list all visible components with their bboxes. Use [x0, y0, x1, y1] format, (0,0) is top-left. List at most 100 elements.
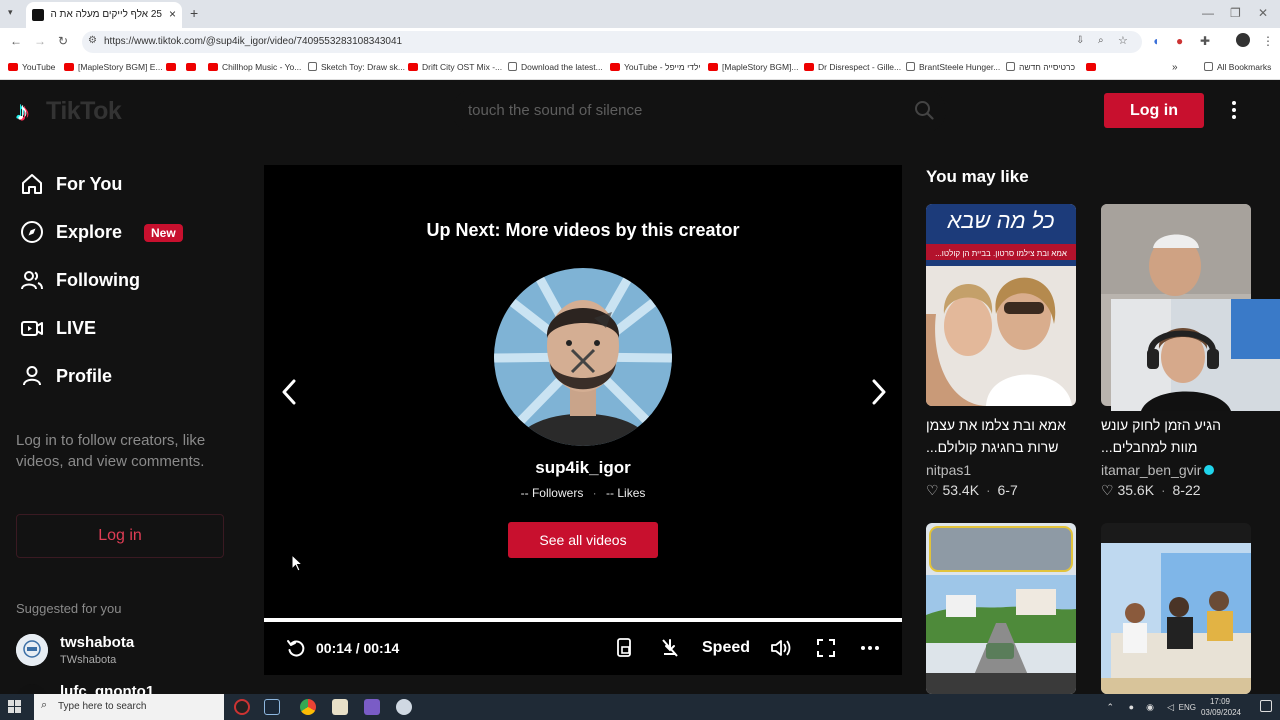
bookmark-star-icon[interactable]: ☆	[1118, 34, 1128, 47]
tab-list-icon[interactable]: ▾	[8, 7, 13, 18]
bookmark-item[interactable]: Dr Disrespect - Gille...	[804, 62, 901, 72]
mic-icon[interactable]: ●	[1129, 702, 1134, 712]
sidebar-item-label: Following	[56, 270, 140, 290]
next-arrow-icon[interactable]	[866, 377, 890, 407]
bookmarks-overflow-icon[interactable]: »	[1172, 62, 1178, 73]
site-info-icon[interactable]: ⚙	[88, 35, 97, 46]
video-author[interactable]: nitpas1	[926, 462, 971, 478]
close-window-icon[interactable]: ✕	[1258, 6, 1268, 20]
bookmark-item[interactable]: YouTube - ילדי מייפל	[610, 62, 701, 72]
time-display: 00:14 / 00:14	[316, 640, 400, 656]
webcam-overlay	[1111, 299, 1280, 411]
video-thumbnail[interactable]: כל מה שבא אמא ובת צילמו סרטון. בביית הן …	[926, 204, 1076, 406]
extension-icon[interactable]: ◖	[1152, 34, 1159, 48]
youtube-icon	[408, 63, 418, 71]
new-tab-icon[interactable]: +	[190, 5, 198, 21]
extension-red-icon[interactable]: ●	[1176, 34, 1183, 48]
all-bookmarks-button[interactable]: All Bookmarks	[1204, 62, 1271, 72]
video-player[interactable]: Up Next: More videos by this creator sup…	[264, 165, 902, 675]
bookmark-item[interactable]: [MapleStory BGM] E...	[64, 62, 163, 72]
progress-fill	[264, 618, 902, 622]
extensions-puzzle-icon[interactable]: ✚	[1200, 34, 1210, 48]
search-placeholder: touch the sound of silence	[468, 102, 643, 119]
sidebar-item-for-you[interactable]: For You	[16, 166, 236, 202]
maximize-icon[interactable]: ❐	[1230, 6, 1241, 20]
chrome-app-icon[interactable]	[300, 699, 316, 715]
more-menu-icon[interactable]	[1226, 98, 1242, 122]
install-icon[interactable]: ⇩	[1076, 35, 1084, 46]
progress-bar[interactable]	[264, 618, 902, 622]
bookmark-item[interactable]: Sketch Toy: Draw sk...	[308, 62, 405, 72]
network-icon[interactable]: ◉	[1146, 702, 1154, 713]
bookmark-item[interactable]: YouTube	[8, 62, 55, 72]
video-title[interactable]: אמא ובת צלמו את עצמן שרות בחגיגת קולולם.…	[926, 414, 1076, 458]
creator-avatar[interactable]	[494, 268, 672, 446]
thumbnail-caption: אמא ובת צילמו סרטון. בביית הן קולטו...	[935, 249, 1067, 258]
video-thumbnail[interactable]	[1101, 523, 1251, 694]
browser-tab[interactable]: 25 אלף לייקים מעלה את השרי ×	[26, 2, 182, 28]
replay-icon[interactable]	[286, 638, 306, 658]
taskbar-search-input[interactable]: ⌕ Type here to search	[34, 694, 224, 720]
obs-app-icon[interactable]	[234, 699, 250, 715]
minimize-icon[interactable]: —	[1202, 6, 1214, 20]
bookmark-item[interactable]: BrantSteele Hunger...	[906, 62, 1000, 72]
search-input[interactable]: touch the sound of silence	[452, 89, 946, 133]
bookmark-item[interactable]: [MapleStory BGM]...	[708, 62, 799, 72]
see-all-videos-button[interactable]: See all videos	[508, 522, 658, 558]
search-icon[interactable]	[914, 100, 934, 120]
previous-arrow-icon[interactable]	[278, 377, 302, 407]
language-indicator[interactable]: ENG	[1179, 703, 1196, 712]
steam-app-icon[interactable]	[264, 699, 280, 715]
windows-start-icon[interactable]	[8, 700, 22, 714]
sidebar-item-explore[interactable]: Explore New	[16, 214, 236, 250]
video-author[interactable]: itamar_ben_gvir	[1101, 462, 1215, 478]
chrome-menu-icon[interactable]: ⋮	[1262, 34, 1274, 48]
auto-scroll-icon[interactable]	[660, 638, 680, 658]
bookmark-item[interactable]: Download the latest...	[508, 62, 603, 72]
verified-badge-icon	[1204, 465, 1215, 475]
avatar[interactable]	[16, 634, 48, 666]
creator-name[interactable]: sup4ik_igor	[264, 458, 902, 478]
clock-date[interactable]: 03/09/2024	[1196, 708, 1246, 717]
clock-time[interactable]: 17:09	[1200, 697, 1240, 706]
bookmark-item[interactable]: Chillhop Music - Yo...	[208, 62, 301, 72]
bookmark-item[interactable]: כרטיסייה חדשה	[1006, 62, 1075, 72]
bookmark-item[interactable]: Drift City OST Mix -...	[408, 62, 502, 72]
reload-icon[interactable]: ↻	[58, 34, 68, 48]
sidebar-item-profile[interactable]: Profile	[16, 358, 236, 394]
volume-icon[interactable]	[770, 638, 794, 658]
youtube-icon	[208, 63, 218, 71]
app-icon[interactable]	[396, 699, 412, 715]
speaker-icon[interactable]: ◁	[1167, 702, 1174, 713]
sidebar-item-following[interactable]: Following	[16, 262, 236, 298]
sidebar-login-button[interactable]: Log in	[16, 514, 224, 558]
header-login-button[interactable]: Log in	[1104, 93, 1204, 128]
video-title[interactable]: הגיע הזמן לחוק עונש מוות למחבלים...	[1101, 414, 1251, 458]
suggested-account-name[interactable]: twshabota	[60, 634, 134, 651]
youtube-icon	[186, 63, 196, 71]
forward-icon[interactable]: →	[34, 34, 46, 48]
tab-title: 25 אלף לייקים מעלה את השרי	[50, 9, 162, 20]
video-date: 6-7	[997, 482, 1018, 498]
sidebar-item-live[interactable]: LIVE	[16, 310, 236, 346]
file-explorer-icon[interactable]	[332, 699, 348, 715]
more-options-icon[interactable]	[860, 638, 880, 658]
fullscreen-icon[interactable]	[816, 638, 836, 658]
bookmark-item[interactable]	[1086, 62, 1100, 72]
player-controls: 00:14 / 00:14 Speed	[264, 627, 902, 667]
discord-app-icon[interactable]	[364, 699, 380, 715]
floating-player-icon[interactable]	[616, 638, 634, 658]
tray-overflow-icon[interactable]: ⌃	[1106, 702, 1114, 713]
notifications-icon[interactable]	[1260, 700, 1272, 712]
bookmark-item[interactable]	[166, 62, 180, 72]
video-likes: 35.6K	[1117, 482, 1155, 498]
profile-avatar-icon[interactable]	[1236, 33, 1250, 47]
bookmark-item[interactable]	[186, 62, 200, 72]
video-thumbnail[interactable]	[926, 523, 1076, 694]
address-bar[interactable]: ⚙ https://www.tiktok.com/@sup4ik_igor/vi…	[82, 31, 1142, 53]
compass-icon	[21, 221, 43, 243]
close-tab-icon[interactable]: ×	[169, 7, 176, 21]
zoom-icon[interactable]: ⌕	[1098, 35, 1104, 46]
back-icon[interactable]: ←	[10, 34, 22, 48]
speed-button[interactable]: Speed	[702, 639, 750, 657]
